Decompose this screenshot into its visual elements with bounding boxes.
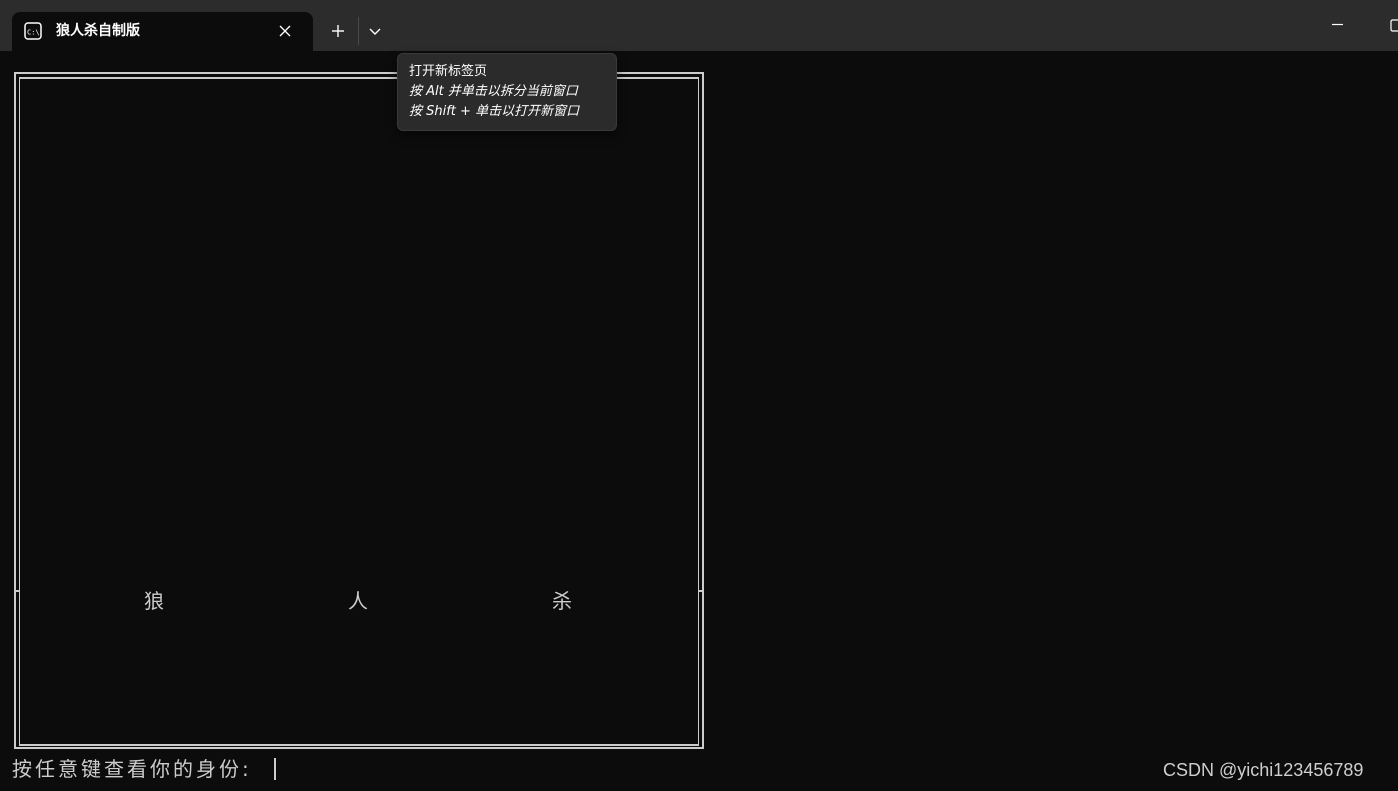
terminal-icon: C:\	[24, 22, 42, 40]
watermark: CSDN @yichi123456789	[1163, 760, 1364, 780]
plus-icon	[332, 25, 344, 37]
game-title-char-1: 狼	[144, 589, 164, 613]
game-title-char-2: 人	[348, 589, 368, 613]
tooltip-shift-hint: 按 Shift + 单击以打开新窗口	[409, 104, 580, 119]
tab-title: 狼人杀自制版	[56, 23, 140, 39]
frame-tick-left	[14, 590, 19, 592]
identity-prompt: 按任意键查看你的身份:	[12, 757, 252, 781]
maximize-icon	[1390, 19, 1398, 32]
game-title-char-3: 杀	[552, 589, 572, 613]
chevron-down-icon	[369, 28, 381, 35]
text-cursor[interactable]	[274, 758, 276, 780]
new-tab-tooltip: 打开新标签页 按 Alt 并单击以拆分当前窗口 按 Shift + 单击以打开新…	[397, 53, 617, 131]
close-icon[interactable]	[278, 24, 292, 38]
new-tab-button[interactable]	[320, 17, 356, 45]
svg-text:C:\: C:\	[27, 29, 40, 37]
title-bar: C:\ 狼人杀自制版	[0, 0, 1398, 51]
tab-divider	[358, 17, 359, 45]
tooltip-alt-hint: 按 Alt 并单击以拆分当前窗口	[409, 84, 578, 99]
tab-active[interactable]: C:\ 狼人杀自制版	[12, 12, 313, 51]
frame-tick-right	[699, 590, 704, 592]
tab-dropdown-button[interactable]	[362, 17, 390, 45]
minimize-button[interactable]	[1320, 12, 1354, 38]
tooltip-title: 打开新标签页	[409, 64, 488, 79]
maximize-button[interactable]	[1380, 12, 1398, 38]
game-frame-inner	[19, 77, 699, 746]
